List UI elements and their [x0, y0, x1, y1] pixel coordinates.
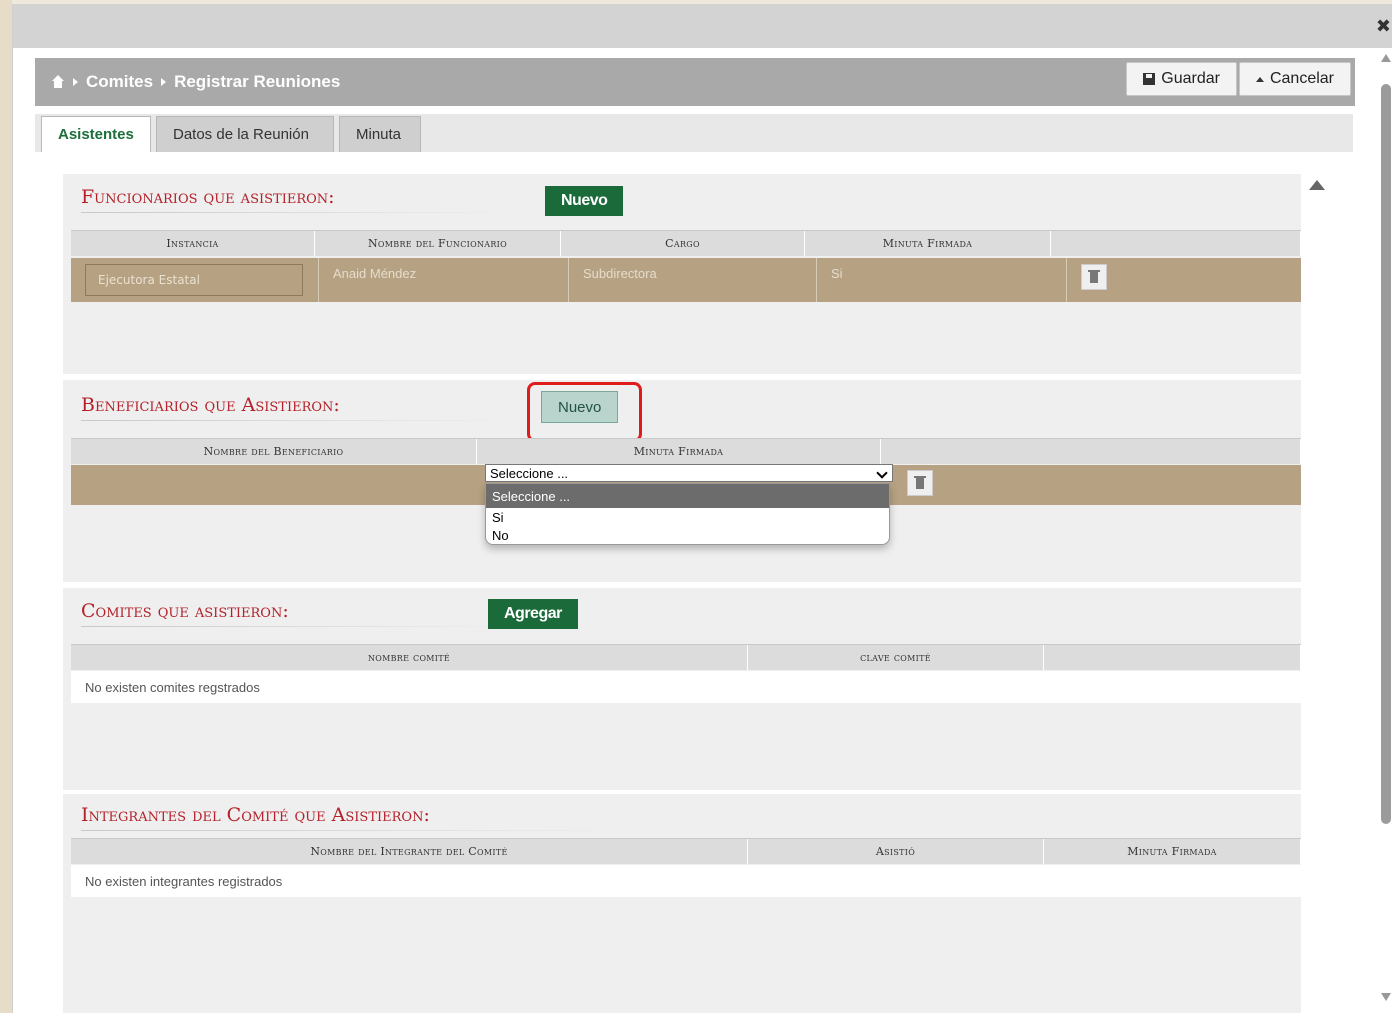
dropdown-option[interactable]: Seleccione ...: [486, 484, 889, 508]
chevron-up-icon: [1255, 76, 1264, 82]
dropdown-option[interactable]: Si: [486, 508, 889, 526]
table-header-funcionarios: Instancia Nombre del Funcionario Cargo M…: [71, 230, 1301, 256]
column-header: Minuta Firmada: [477, 439, 881, 464]
column-header: Instancia: [71, 231, 315, 256]
breadcrumb-separator-icon: [161, 78, 167, 86]
section-title-comites: Comites que asistieron:: [81, 600, 289, 622]
column-header: Asistió: [748, 839, 1044, 864]
empty-message: No existen comites regstrados: [71, 671, 1301, 703]
empty-message: No existen integrantes registrados: [71, 865, 1301, 897]
modal-titlebar: ✖: [13, 4, 1392, 48]
save-button[interactable]: Guardar: [1126, 62, 1237, 96]
collapse-up-icon[interactable]: [1309, 180, 1325, 190]
select-value: Seleccione ...: [490, 465, 569, 481]
scroll-down-icon[interactable]: [1381, 993, 1391, 1001]
table-header-comites: nombre comité clave comité: [71, 644, 1301, 670]
floppy-disk-icon: [1143, 73, 1156, 85]
title-underline: [81, 626, 511, 627]
section-title-beneficiarios: Beneficiarios que Asistieron:: [81, 394, 340, 416]
cell-cargo: Subdirectora: [569, 258, 817, 302]
breadcrumb: Comites Registrar Reuniones: [51, 72, 340, 92]
save-button-label: Guardar: [1161, 70, 1220, 87]
column-header: Cargo: [561, 231, 805, 256]
breadcrumb-separator-icon: [73, 78, 78, 86]
delete-icon[interactable]: [1081, 264, 1107, 290]
modal-scrollbar[interactable]: [1379, 54, 1392, 1009]
title-underline: [81, 212, 511, 213]
title-underline: [81, 420, 511, 421]
dropdown-option[interactable]: No: [486, 526, 889, 544]
instancia-field[interactable]: Ejecutora Estatal: [85, 264, 303, 296]
chevron-down-icon: [876, 467, 888, 479]
page-header: Comites Registrar Reuniones Guardar Canc…: [35, 58, 1355, 106]
cell-nombre: Anaid Méndez: [319, 258, 569, 302]
breadcrumb-item-registrar: Registrar Reuniones: [174, 72, 341, 91]
add-funcionario-button[interactable]: Nuevo: [545, 186, 624, 216]
minuta-select[interactable]: Seleccione ...: [485, 464, 893, 482]
table-header-beneficiarios: Nombre del Beneficiario Minuta Firmada: [71, 438, 1301, 464]
cancel-button[interactable]: Cancelar: [1238, 62, 1351, 96]
add-comite-button[interactable]: Agregar: [488, 599, 578, 629]
section-funcionarios: Funcionarios que asistieron: Nuevo Insta…: [63, 174, 1301, 374]
column-header: clave comité: [748, 645, 1044, 670]
column-header: [1051, 231, 1301, 256]
tab-content: Funcionarios que asistieron: Nuevo Insta…: [53, 164, 1353, 1013]
column-header: [1044, 645, 1301, 670]
column-header: nombre comité: [71, 645, 748, 670]
background-strip: [0, 0, 12, 1013]
section-integrantes: Integrantes del Comité que Asistieron: N…: [63, 794, 1301, 1013]
highlight-box: [527, 382, 642, 442]
scroll-up-icon[interactable]: [1381, 54, 1391, 62]
table-header-integrantes: Nombre del Integrante del Comité Asistió…: [71, 838, 1301, 864]
title-underline: [81, 830, 621, 831]
column-header: Nombre del Funcionario: [315, 231, 561, 256]
tab-asistentes[interactable]: Asistentes: [41, 116, 151, 152]
column-header: Minuta Firmada: [805, 231, 1051, 256]
modal-window: ✖ Comites Registrar Reuniones Guardar Ca…: [12, 4, 1392, 1013]
tab-datos-reunion[interactable]: Datos de la Reunión: [156, 116, 334, 152]
cell-minuta: Si: [817, 258, 1067, 302]
close-icon[interactable]: ✖: [1376, 18, 1391, 36]
cancel-button-label: Cancelar: [1269, 70, 1334, 87]
tab-bar: Asistentes Datos de la Reunión Minuta: [35, 114, 1353, 152]
column-header: [881, 439, 1301, 464]
column-header: Nombre del Beneficiario: [71, 439, 477, 464]
home-icon[interactable]: [51, 75, 65, 89]
section-beneficiarios: Beneficiarios que Asistieron: Nuevo Nomb…: [63, 380, 1301, 582]
scroll-thumb[interactable]: [1381, 84, 1391, 824]
section-title-integrantes: Integrantes del Comité que Asistieron:: [81, 804, 430, 826]
column-header: Nombre del Integrante del Comité: [71, 839, 748, 864]
table-row: Ejecutora Estatal Anaid Méndez Subdirect…: [71, 258, 1301, 302]
section-comites: Comites que asistieron: Agregar nombre c…: [63, 588, 1301, 790]
column-header: Minuta Firmada: [1044, 839, 1301, 864]
section-title-funcionarios: Funcionarios que asistieron:: [81, 186, 335, 208]
breadcrumb-item-comites[interactable]: Comites: [86, 72, 153, 92]
select-dropdown: Seleccione ... Si No: [485, 483, 890, 545]
delete-icon[interactable]: [907, 470, 933, 496]
tab-minuta[interactable]: Minuta: [339, 116, 421, 152]
